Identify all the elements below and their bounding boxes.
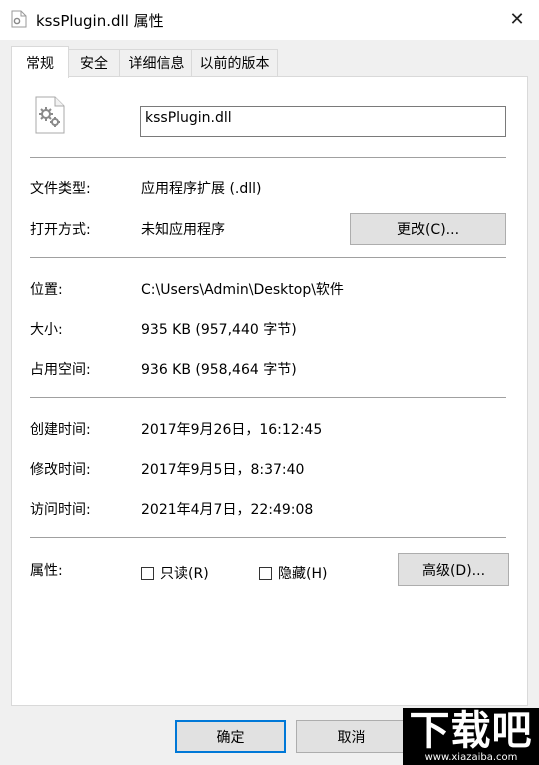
size-label: 大小: bbox=[30, 322, 63, 338]
watermark-logo: 下载吧 www.xiazaiba.com bbox=[403, 708, 539, 765]
file-type-label: 文件类型: bbox=[30, 181, 91, 197]
tab-details[interactable]: 详细信息 bbox=[119, 49, 194, 76]
size-on-disk-value: 936 KB (958,464 字节) bbox=[141, 362, 297, 378]
general-panel bbox=[11, 76, 528, 706]
divider bbox=[30, 397, 506, 398]
file-gear-icon bbox=[34, 96, 66, 134]
accessed-value: 2021年4月7日，22:49:08 bbox=[141, 502, 314, 518]
title-bar: kssPlugin.dll 属性 ✕ bbox=[0, 0, 539, 40]
hidden-checkbox[interactable] bbox=[259, 566, 272, 580]
readonly-checkbox[interactable] bbox=[141, 566, 154, 580]
tab-label: 安全 bbox=[80, 56, 108, 72]
ok-button[interactable]: 确定 bbox=[175, 720, 286, 753]
attributes-label: 属性: bbox=[30, 563, 63, 579]
tab-label: 详细信息 bbox=[128, 56, 185, 72]
size-value: 935 KB (957,440 字节) bbox=[141, 322, 297, 338]
readonly-checkbox-row[interactable]: 只读(R) bbox=[141, 563, 209, 583]
location-value: C:\Users\Admin\Desktop\软件 bbox=[141, 282, 344, 298]
created-value: 2017年9月26日，16:12:45 bbox=[141, 422, 323, 438]
open-with-label: 打开方式: bbox=[30, 222, 91, 238]
window-title: kssPlugin.dll 属性 bbox=[36, 12, 164, 30]
tab-general[interactable]: 常规 bbox=[11, 46, 69, 78]
modified-value: 2017年9月5日，8:37:40 bbox=[141, 462, 305, 478]
open-with-value: 未知应用程序 bbox=[141, 222, 225, 238]
divider bbox=[30, 157, 506, 158]
watermark-logo-text: 下载吧 bbox=[409, 707, 533, 754]
close-icon: ✕ bbox=[509, 8, 525, 30]
tab-label: 常规 bbox=[26, 55, 54, 72]
tab-previous-versions[interactable]: 以前的版本 bbox=[191, 49, 278, 76]
advanced-button[interactable]: 高级(D)... bbox=[398, 553, 509, 586]
close-button[interactable]: ✕ bbox=[495, 0, 539, 38]
size-on-disk-label: 占用空间: bbox=[30, 362, 91, 378]
file-type-value: 应用程序扩展 (.dll) bbox=[141, 181, 262, 197]
tab-security[interactable]: 安全 bbox=[66, 49, 122, 76]
modified-label: 修改时间: bbox=[30, 462, 91, 478]
hidden-checkbox-row[interactable]: 隐藏(H) bbox=[259, 563, 327, 583]
location-label: 位置: bbox=[30, 282, 63, 298]
created-label: 创建时间: bbox=[30, 422, 91, 438]
watermark-url: www.xiazaiba.com bbox=[424, 751, 518, 763]
dll-file-icon bbox=[11, 10, 27, 28]
change-button[interactable]: 更改(C)... bbox=[350, 213, 506, 245]
tab-label: 以前的版本 bbox=[199, 56, 270, 72]
hidden-label: 隐藏(H) bbox=[278, 566, 328, 582]
divider bbox=[30, 257, 506, 258]
readonly-label: 只读(R) bbox=[160, 566, 209, 582]
file-name-field[interactable]: kssPlugin.dll bbox=[140, 106, 506, 137]
cancel-button[interactable]: 取消 bbox=[296, 720, 407, 753]
divider bbox=[30, 537, 506, 538]
accessed-label: 访问时间: bbox=[30, 502, 91, 518]
